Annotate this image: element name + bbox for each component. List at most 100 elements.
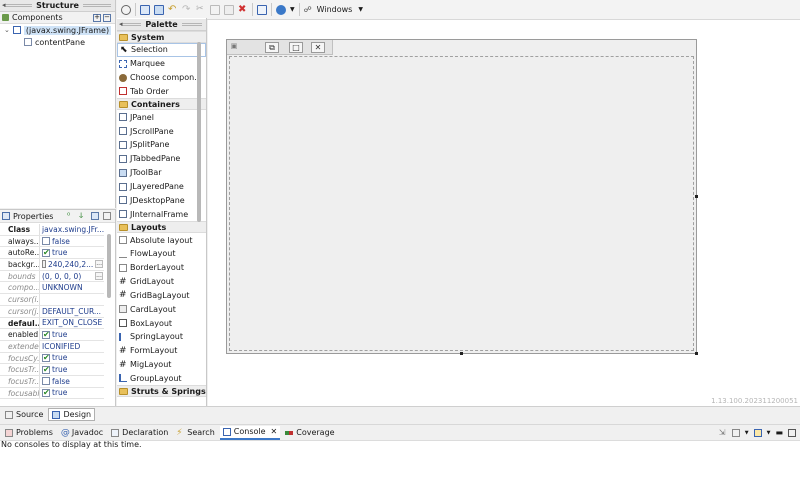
palette-category-layouts[interactable]: Layouts bbox=[117, 221, 206, 234]
open-console-icon[interactable] bbox=[753, 428, 762, 437]
property-row[interactable]: extende... ICONIFIED bbox=[0, 340, 104, 353]
palette-item-springlayout[interactable]: SpringLayout bbox=[117, 330, 206, 344]
resize-handle-corner[interactable] bbox=[695, 352, 698, 355]
ellipsis-button[interactable]: ... bbox=[95, 260, 103, 269]
checkbox[interactable] bbox=[42, 353, 50, 363]
property-value[interactable]: EXIT_ON_CLOSE bbox=[40, 318, 104, 329]
tab-problems[interactable]: Problems bbox=[2, 426, 56, 440]
property-row[interactable]: focusCy... true bbox=[0, 352, 104, 365]
tree-expand-icon[interactable]: ⌄ bbox=[4, 26, 10, 34]
palette-item-grouplayout[interactable]: GroupLayout bbox=[117, 372, 206, 386]
property-value[interactable]: true bbox=[40, 353, 104, 364]
tree-item-contentpane[interactable]: contentPane bbox=[0, 36, 115, 48]
layout-icon[interactable] bbox=[257, 4, 267, 15]
palette-item-choose-component[interactable]: Choose compon... bbox=[117, 71, 206, 85]
collapse-arrow-icon[interactable]: ◂ bbox=[2, 1, 6, 9]
palette-item-cardlayout[interactable]: CardLayout bbox=[117, 302, 206, 316]
palette-item-absolute-layout[interactable]: Absolute layout bbox=[117, 233, 206, 247]
structure-title-bar[interactable]: ◂ Structure bbox=[0, 0, 115, 12]
palette-category-system[interactable]: System bbox=[117, 31, 206, 43]
palette-item-miglayout[interactable]: # MigLayout bbox=[117, 358, 206, 372]
restore-defaults-icon[interactable] bbox=[103, 212, 111, 220]
palette-item-tab-order[interactable]: Tab Order bbox=[117, 85, 206, 99]
property-value[interactable]: true bbox=[40, 329, 104, 340]
close-icon[interactable]: ✕ bbox=[311, 42, 325, 53]
test-gui-icon[interactable] bbox=[140, 4, 150, 15]
palette-item-flowlayout[interactable]: FlowLayout bbox=[117, 247, 206, 261]
resize-handle-bottom[interactable] bbox=[460, 352, 463, 355]
preview-icon[interactable] bbox=[154, 4, 164, 15]
expand-all-icon[interactable]: + bbox=[93, 13, 101, 22]
checkbox[interactable] bbox=[42, 329, 50, 340]
property-row[interactable]: cursor(j... DEFAULT_CUR... bbox=[0, 305, 104, 318]
palette-item-jdesktoppane[interactable]: JDesktopPane bbox=[117, 193, 206, 207]
paste-icon[interactable] bbox=[224, 4, 234, 15]
tree-item-jframe[interactable]: ⌄ (javax.swing.JFrame) bbox=[0, 24, 115, 36]
dropdown-arrow-icon[interactable]: ▼ bbox=[745, 430, 749, 436]
jframe-preview[interactable]: ▣ ⧉ □ ✕ bbox=[226, 39, 698, 355]
property-row[interactable]: compo... UNKNOWN bbox=[0, 282, 104, 295]
property-row[interactable]: focusTr... false bbox=[0, 375, 104, 388]
checkbox[interactable] bbox=[42, 237, 50, 246]
palette-item-borderlayout[interactable]: BorderLayout bbox=[117, 261, 206, 275]
checkbox[interactable] bbox=[42, 377, 50, 386]
property-value[interactable]: DEFAULT_CUR... bbox=[40, 306, 104, 317]
show-advanced-icon[interactable] bbox=[91, 212, 99, 220]
property-value[interactable]: (0, 0, 0, 0)... bbox=[40, 271, 104, 282]
dropdown-arrow-icon[interactable]: ▼ bbox=[767, 430, 771, 436]
palette-item-gridbaglayout[interactable]: # GridBagLayout bbox=[117, 289, 206, 303]
property-row[interactable]: focusable true bbox=[0, 387, 104, 400]
palette-collapse-arrow-icon[interactable]: ◂ bbox=[119, 20, 123, 28]
dropdown-arrow-icon[interactable]: ▼ bbox=[290, 6, 295, 13]
property-value[interactable]: false bbox=[40, 236, 104, 247]
jframe-title-bar[interactable]: ▣ ⧉ □ ✕ bbox=[227, 40, 333, 55]
properties-scrollbar[interactable] bbox=[107, 234, 111, 298]
maximize-view-icon[interactable] bbox=[788, 428, 796, 437]
ellipsis-button[interactable]: ... bbox=[95, 272, 103, 281]
delete-icon[interactable]: ✖ bbox=[238, 4, 248, 15]
property-row[interactable]: defaul... EXIT_ON_CLOSE bbox=[0, 317, 104, 330]
property-value[interactable] bbox=[40, 294, 104, 305]
property-value[interactable]: true bbox=[40, 388, 104, 399]
palette-scrollbar[interactable] bbox=[197, 42, 201, 222]
palette-item-formlayout[interactable]: # FormLayout bbox=[117, 344, 206, 358]
tab-coverage[interactable]: Coverage bbox=[282, 426, 337, 440]
palette-item-jtoolbar[interactable]: JToolBar bbox=[117, 166, 206, 180]
property-row[interactable]: always... false bbox=[0, 235, 104, 248]
property-row[interactable]: bounds (0, 0, 0, 0)... bbox=[0, 270, 104, 283]
tab-console[interactable]: Console ✕ bbox=[219, 425, 281, 440]
content-pane[interactable] bbox=[229, 56, 694, 351]
property-value[interactable]: javax.swing.JFr... bbox=[40, 224, 104, 235]
minimize-view-icon[interactable]: ▬ bbox=[775, 428, 783, 437]
checkbox[interactable] bbox=[42, 364, 50, 375]
show-events-icon[interactable]: ⁰ bbox=[67, 212, 75, 220]
property-value[interactable]: ICONIFIED bbox=[40, 341, 104, 352]
console-area[interactable] bbox=[0, 440, 800, 502]
resize-handle-right[interactable] bbox=[695, 195, 698, 198]
palette-item-jtabbedpane[interactable]: JTabbedPane bbox=[117, 152, 206, 166]
palette-item-jsplitpane[interactable]: JSplitPane bbox=[117, 138, 206, 152]
maximize-icon[interactable]: □ bbox=[289, 42, 303, 53]
zoom-icon[interactable] bbox=[121, 4, 131, 15]
property-row-class[interactable]: Class javax.swing.JFr... bbox=[0, 224, 104, 236]
property-value[interactable]: true bbox=[40, 364, 104, 375]
redo-icon[interactable]: ↷ bbox=[182, 4, 192, 15]
palette-item-jscrollpane[interactable]: JScrollPane bbox=[117, 124, 206, 138]
palette-item-marquee[interactable]: Marquee bbox=[117, 57, 206, 71]
property-row[interactable]: enabled true bbox=[0, 329, 104, 341]
palette-item-selection[interactable]: ⬉ Selection bbox=[117, 43, 206, 57]
palette-item-jpanel[interactable]: JPanel bbox=[117, 110, 206, 124]
palette-item-gridlayout[interactable]: # GridLayout bbox=[117, 275, 206, 289]
property-value[interactable]: 240,240,2...... bbox=[40, 259, 104, 270]
palette-item-jlayeredpane[interactable]: JLayeredPane bbox=[117, 180, 206, 194]
palette-item-boxlayout[interactable]: BoxLayout bbox=[117, 316, 206, 330]
property-row[interactable]: cursor(i... bbox=[0, 294, 104, 306]
pin-console-icon[interactable]: ⇲ bbox=[719, 428, 727, 437]
palette-category-struts-springs[interactable]: Struts & Springs bbox=[117, 385, 206, 398]
tab-javadoc[interactable]: @ Javadoc bbox=[58, 426, 106, 440]
undo-icon[interactable]: ↶ bbox=[168, 4, 178, 15]
close-tab-icon[interactable]: ✕ bbox=[271, 427, 278, 436]
property-row[interactable]: autoRe... true bbox=[0, 247, 104, 260]
palette-title-bar[interactable]: ◂ Palette bbox=[117, 19, 206, 31]
tab-design[interactable]: Design bbox=[48, 408, 96, 421]
